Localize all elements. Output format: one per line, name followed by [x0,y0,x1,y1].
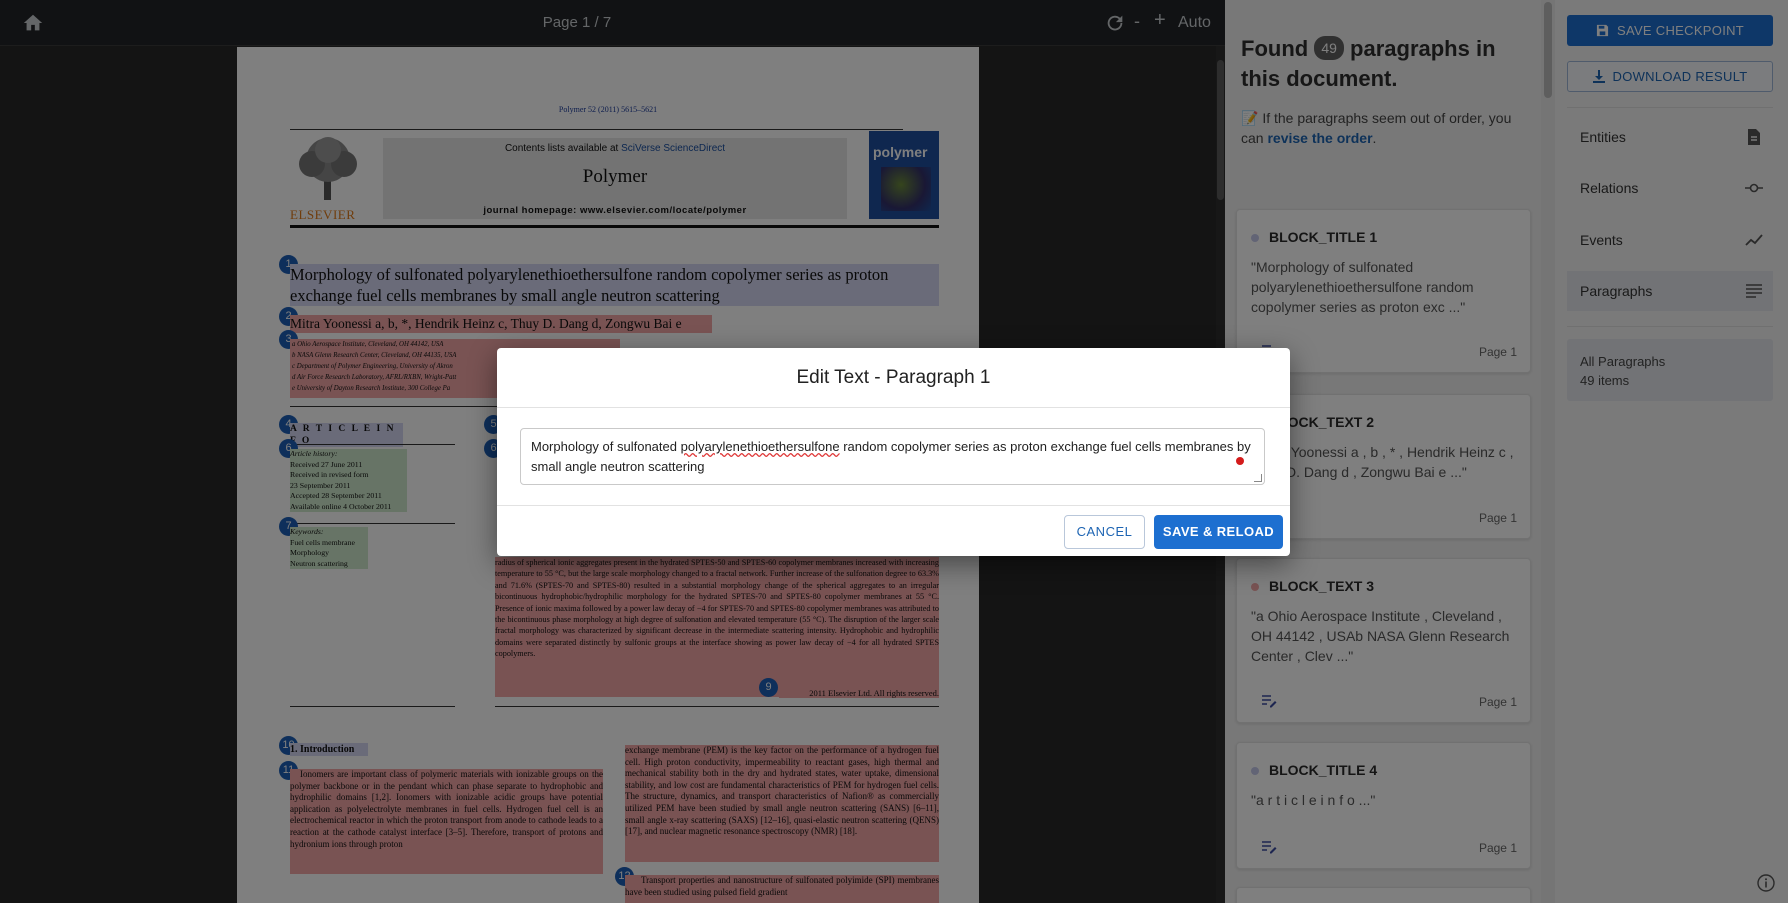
paragraph-text-input[interactable]: Morphology of sulfonated polyarylenethio… [520,428,1265,485]
text-segment: Morphology of sulfonated [531,439,681,454]
app-window: Page 1 / 7 - + Auto Polymer 52 (2011) 56… [0,0,1788,903]
save-reload-button[interactable]: SAVE & RELOAD [1154,515,1283,549]
dialog-footer-divider [497,505,1290,506]
dialog-title: Edit Text - Paragraph 1 [497,348,1290,408]
misspelled-word: polyarylenethioethersulfone [680,439,840,454]
cancel-button[interactable]: CANCEL [1064,515,1145,549]
edit-text-dialog: Edit Text - Paragraph 1 Morphology of su… [497,348,1290,556]
cursor-dot-icon [1236,457,1244,465]
resize-handle[interactable] [1254,474,1262,482]
